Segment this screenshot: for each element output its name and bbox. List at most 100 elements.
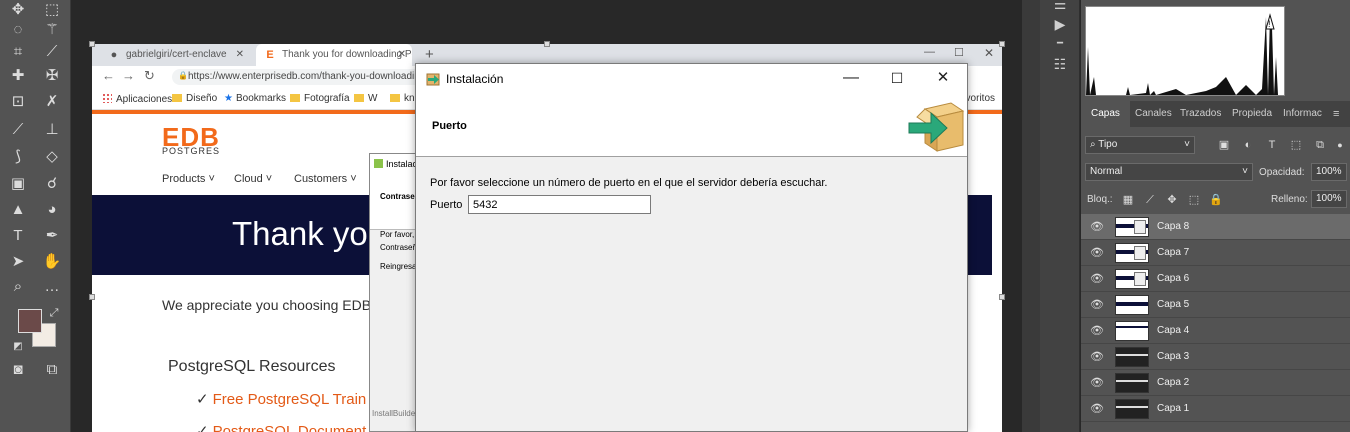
tab-close-icon[interactable]: ✕ xyxy=(236,49,244,60)
dialog-minimize-button[interactable]: — xyxy=(828,64,874,93)
visibility-eye-icon[interactable]: 👁 xyxy=(1090,299,1104,311)
patch-tool-icon[interactable]: ✠ xyxy=(42,66,62,86)
layer-row[interactable]: 👁 Capa 1 xyxy=(1081,396,1350,422)
blend-mode-select[interactable]: Normal ˅ xyxy=(1085,163,1253,181)
more-tools-icon[interactable]: … xyxy=(42,277,62,297)
forward-icon[interactable]: → xyxy=(122,68,135,83)
filter-kind-select[interactable]: ⌕ Tipo ˅ xyxy=(1085,136,1195,154)
content-aware-move-icon[interactable]: ✗ xyxy=(42,92,62,112)
fill-input[interactable]: 100% xyxy=(1311,190,1347,208)
bookmark-kn[interactable]: kn xyxy=(390,93,415,104)
visibility-eye-icon[interactable]: 👁 xyxy=(1090,403,1104,415)
history-brush-icon[interactable]: ⟆ xyxy=(8,147,28,167)
visibility-eye-icon[interactable]: 👁 xyxy=(1090,325,1104,337)
bookmark-bookmarks[interactable]: ★ Bookmarks xyxy=(224,93,286,104)
transform-handle[interactable] xyxy=(89,294,95,300)
tab-informacion[interactable]: Informac xyxy=(1283,108,1322,119)
healing-tool-icon[interactable]: ✚ xyxy=(8,66,28,86)
back-icon[interactable]: ← xyxy=(102,68,115,83)
visibility-eye-icon[interactable]: 👁 xyxy=(1090,377,1104,389)
visibility-eye-icon[interactable]: 👁 xyxy=(1090,351,1104,363)
hand-tool-icon[interactable]: ✋ xyxy=(42,252,62,272)
brush-tool-icon[interactable]: ⊡ xyxy=(8,92,28,112)
layer-row[interactable]: 👁 Capa 6 xyxy=(1081,266,1350,292)
transform-handle[interactable] xyxy=(999,294,1005,300)
resource-link-docs[interactable]: ✓ PostgreSQL Document xyxy=(196,422,366,432)
shape-tool-icon[interactable]: ▲ xyxy=(8,200,28,220)
transform-handle[interactable] xyxy=(89,41,95,47)
magic-wand-tool-icon[interactable]: ⚚ xyxy=(42,20,62,40)
properties-panel-icon[interactable]: ☷ xyxy=(1052,56,1068,72)
eraser-tool-icon[interactable]: ◇ xyxy=(42,147,62,167)
transform-handle[interactable] xyxy=(999,41,1005,47)
filter-smart-object-icon[interactable]: ⧉ xyxy=(1313,138,1327,152)
path-select-tool-icon[interactable]: ➤ xyxy=(8,252,28,272)
visibility-eye-icon[interactable]: 👁 xyxy=(1090,247,1104,259)
layer-row[interactable]: 👁 Capa 3 xyxy=(1081,344,1350,370)
layer-row[interactable]: 👁 Capa 2 xyxy=(1081,370,1350,396)
lock-transparency-icon[interactable]: ▦ xyxy=(1121,193,1135,207)
filter-shape-icon[interactable]: ⬚ xyxy=(1289,138,1303,152)
dodge-tool-icon[interactable]: ◕ xyxy=(42,200,62,220)
layer-row[interactable]: 👁 Capa 7 xyxy=(1081,240,1350,266)
gradient-tool-icon[interactable]: ▣ xyxy=(8,174,28,194)
lock-all-icon[interactable]: 🔒 xyxy=(1209,193,1223,207)
crop-tool-icon[interactable]: ⌗ xyxy=(8,42,28,62)
window-minimize-icon[interactable]: — xyxy=(924,46,935,58)
tab-canales[interactable]: Canales xyxy=(1135,108,1172,119)
screen-mode-icon[interactable]: ⧉ xyxy=(42,360,62,380)
nav-customers[interactable]: Customers ˅ xyxy=(294,173,357,185)
port-input[interactable] xyxy=(468,195,651,214)
opacity-input[interactable]: 100% xyxy=(1311,163,1347,181)
lasso-tool-icon[interactable]: ◌ xyxy=(8,20,28,40)
layer-row[interactable]: 👁 Capa 5 xyxy=(1081,292,1350,318)
browser-tab-github[interactable]: ● gabrielgiri/cert-enclave ✕ xyxy=(100,44,250,66)
type-tool-icon[interactable]: T xyxy=(8,226,28,246)
history-panel-icon[interactable]: ☰ xyxy=(1052,0,1068,12)
visibility-eye-icon[interactable]: 👁 xyxy=(1090,273,1104,285)
smudge-tool-icon[interactable]: ☌ xyxy=(42,174,62,194)
tab-capas[interactable]: Capas xyxy=(1081,101,1130,127)
bookmark-w[interactable]: W xyxy=(354,93,377,104)
swap-colors-icon[interactable]: ⤢ xyxy=(44,303,64,323)
filter-adjustment-icon[interactable]: ◐ xyxy=(1241,138,1255,152)
tab-close-icon[interactable]: ✕ xyxy=(398,49,406,60)
lock-pixels-icon[interactable]: ⟋ xyxy=(1143,193,1157,207)
foreground-color-swatch[interactable] xyxy=(18,309,42,333)
move-tool-icon[interactable]: ✥ xyxy=(8,0,28,20)
transform-handle[interactable] xyxy=(544,41,550,47)
zoom-tool-icon[interactable]: ⌕ xyxy=(8,277,28,297)
panel-menu-icon[interactable]: ≡ xyxy=(1333,108,1339,120)
dialog-maximize-button[interactable]: ☐ xyxy=(874,64,920,93)
window-maximize-icon[interactable]: ☐ xyxy=(954,46,964,59)
visibility-eye-icon[interactable]: 👁 xyxy=(1090,221,1104,233)
window-close-icon[interactable]: ✕ xyxy=(984,46,994,60)
reload-icon[interactable]: ↻ xyxy=(144,68,155,84)
layer-row[interactable]: 👁 Capa 8 xyxy=(1081,214,1350,240)
new-tab-icon[interactable]: + xyxy=(425,46,434,63)
tab-trazados[interactable]: Trazados xyxy=(1180,108,1221,119)
layer-row[interactable]: 👁 Capa 4 xyxy=(1081,318,1350,344)
bookmark-fotografia[interactable]: Fotografía xyxy=(290,93,350,104)
quick-mask-icon[interactable]: ◙ xyxy=(8,360,28,380)
default-colors-icon[interactable]: ◩ xyxy=(8,337,28,357)
play-actions-icon[interactable]: ▶ xyxy=(1052,16,1068,32)
marquee-tool-icon[interactable]: ⬚ xyxy=(42,0,62,20)
eyedropper-tool-icon[interactable]: ⟋ xyxy=(42,42,62,62)
pen-tool-icon[interactable]: ✒ xyxy=(42,226,62,246)
resource-link-training[interactable]: ✓ Free PostgreSQL Train xyxy=(196,390,366,408)
tab-propiedades[interactable]: Propieda xyxy=(1232,108,1272,119)
lock-position-icon[interactable]: ✥ xyxy=(1165,193,1179,207)
nav-cloud[interactable]: Cloud ˅ xyxy=(234,173,272,185)
bookmark-diseno[interactable]: Diseño xyxy=(172,93,217,104)
stamp-tool-icon[interactable]: ⊥ xyxy=(42,120,62,140)
address-bar[interactable]: 🔒 https://www.enterprisedb.com/thank-you… xyxy=(172,69,422,85)
lock-artboard-icon[interactable]: ⬚ xyxy=(1187,193,1201,207)
filter-pixel-icon[interactable]: ▣ xyxy=(1217,138,1231,152)
filter-type-icon[interactable]: T xyxy=(1265,138,1279,152)
brush-icon[interactable]: ⟋ xyxy=(8,120,28,140)
filter-toggle-icon[interactable]: ● xyxy=(1333,138,1347,152)
browser-tab-edb[interactable]: E Thank you for downloading Post ✕ xyxy=(256,44,412,66)
bookmark-apps[interactable]: Aplicaciones xyxy=(102,93,172,105)
nav-products[interactable]: Products ˅ xyxy=(162,173,215,185)
